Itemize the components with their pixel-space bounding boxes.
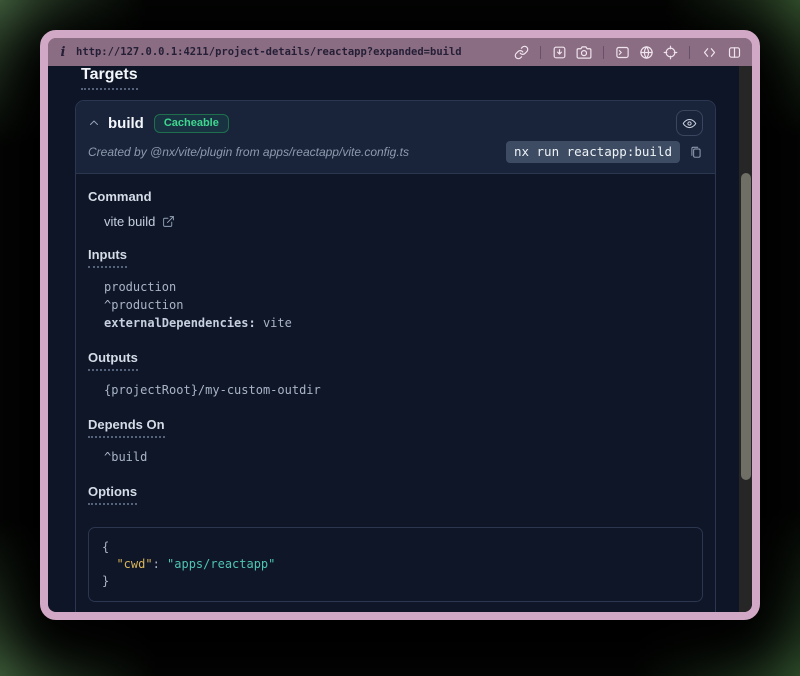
depends-on-item: ^build: [104, 448, 703, 466]
camera-icon[interactable]: [576, 45, 592, 60]
screenshot-download-icon[interactable]: [552, 45, 567, 60]
json-separator: :: [153, 557, 167, 571]
toolbar-divider: [540, 46, 541, 59]
copy-icon[interactable]: [689, 145, 703, 160]
globe-icon[interactable]: [639, 45, 654, 60]
split-view-icon[interactable]: [727, 45, 742, 60]
browser-toolbar: i http://127.0.0.1:4211/project-details/…: [48, 38, 752, 66]
project-details-page: Targets build Cacheable Created by @nx/v…: [48, 66, 752, 612]
toolbar-divider: [689, 46, 690, 59]
options-json-block: { "cwd": "apps/reactapp" }: [88, 527, 703, 602]
info-icon: i: [58, 45, 68, 60]
input-kv-value: vite: [256, 316, 292, 330]
browser-window: i http://127.0.0.1:4211/project-details/…: [40, 30, 760, 620]
command-heading: Command: [88, 189, 152, 204]
input-item: externalDependencies: vite: [104, 314, 703, 332]
json-line: }: [102, 573, 689, 590]
options-heading: Options: [88, 484, 137, 505]
crosshair-icon[interactable]: [663, 45, 678, 60]
input-kv-key: externalDependencies:: [104, 316, 256, 330]
json-line: "cwd": "apps/reactapp": [102, 556, 689, 573]
input-item: ^production: [104, 296, 703, 314]
external-link-icon[interactable]: [162, 215, 175, 228]
input-item: production: [104, 278, 703, 296]
targets-heading: Targets: [81, 66, 138, 90]
build-target-card: build Cacheable Created by @nx/vite/plug…: [75, 100, 716, 612]
build-target-header: build Cacheable Created by @nx/vite/plug…: [76, 101, 715, 174]
scrollbar-thumb[interactable]: [741, 173, 751, 480]
output-item: {projectRoot}/my-custom-outdir: [104, 381, 703, 399]
toolbar-icon-group: [514, 45, 742, 60]
build-target-title: build: [108, 115, 144, 132]
created-by-text: Created by @nx/vite/plugin from apps/rea…: [88, 145, 409, 159]
json-key: "cwd": [116, 557, 152, 571]
chevron-up-icon[interactable]: [88, 117, 100, 129]
link-icon[interactable]: [514, 45, 529, 60]
code-brackets-icon[interactable]: [701, 45, 718, 60]
terminal-icon[interactable]: [615, 45, 630, 60]
depends-on-heading: Depends On: [88, 417, 165, 438]
command-value: vite build: [104, 214, 155, 229]
json-line: {: [102, 539, 689, 556]
build-target-body: Command vite build Inputs production ^pr…: [76, 174, 715, 612]
cacheable-badge: Cacheable: [154, 114, 229, 133]
run-command-chip[interactable]: nx run reactapp:build: [506, 141, 680, 163]
inputs-heading: Inputs: [88, 247, 127, 268]
view-in-graph-button[interactable]: [676, 110, 703, 136]
json-value: "apps/reactapp": [167, 557, 275, 571]
toolbar-divider: [603, 46, 604, 59]
address-bar-url[interactable]: http://127.0.0.1:4211/project-details/re…: [76, 46, 506, 58]
outputs-heading: Outputs: [88, 350, 138, 371]
